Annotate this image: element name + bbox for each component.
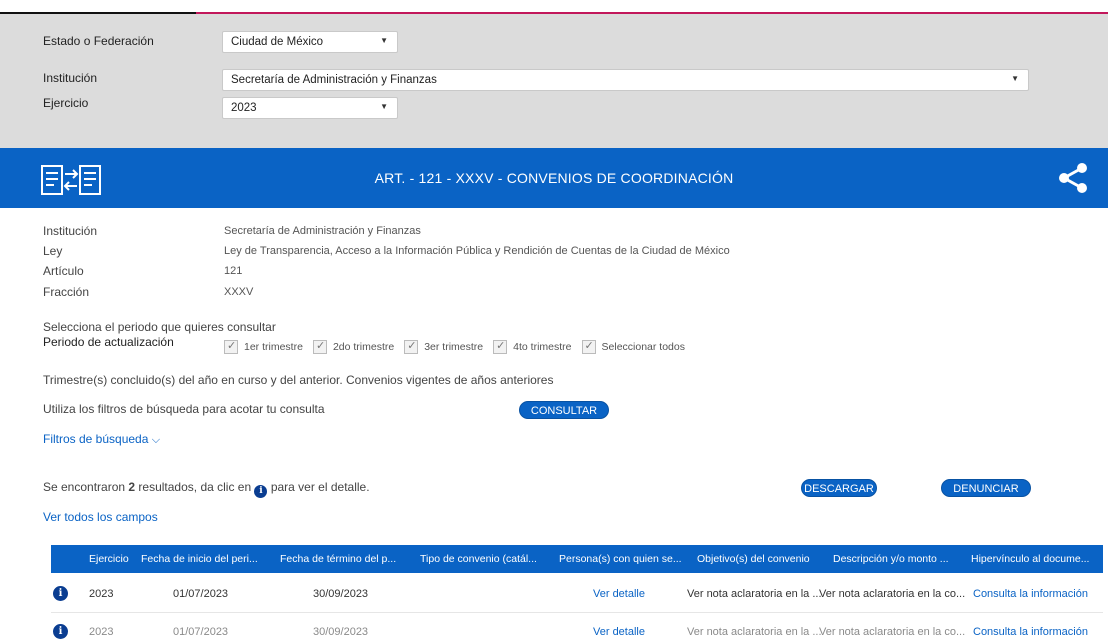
info-ley-value: Ley de Transparencia, Acceso a la Inform…	[224, 245, 730, 257]
chevron-down-icon: ▼	[380, 102, 388, 111]
results-middle: resultados, da clic en	[135, 480, 255, 494]
institucion-select-value: Secretaría de Administración y Finanzas	[231, 74, 437, 86]
ejercicio-select-value: 2023	[231, 102, 257, 114]
period-checkbox-1[interactable]	[224, 339, 238, 354]
share-icon[interactable]	[1057, 162, 1089, 194]
info-ley-label: Ley	[43, 244, 63, 258]
info-icon: i	[254, 485, 268, 498]
period-checkbox-2[interactable]	[312, 339, 327, 354]
period-option-label: 2do trimestre	[332, 341, 395, 353]
results-summary: Se encontraron 2 resultados, da clic en …	[43, 480, 370, 498]
period-checkbox-3[interactable]	[404, 339, 419, 354]
consulta-informacion-link[interactable]: Consulta la información	[973, 588, 1088, 600]
info-fraccion-value: XXXV	[224, 286, 254, 298]
cell-objetivo: Ver nota aclaratoria en la ...	[687, 588, 822, 600]
results-table-header: Ejercicio Fecha de inicio del peri... Fe…	[51, 545, 1103, 573]
info-institucion-label: Institución	[43, 224, 98, 238]
info-icon[interactable]: i	[53, 624, 68, 639]
table-row: i 2023 01/07/2023 30/09/2023 Ver detalle…	[51, 575, 1103, 613]
cell-ejercicio: 2023	[89, 626, 114, 638]
col-hipervinculo[interactable]: Hipervínculo al docume...	[971, 553, 1089, 565]
institucion-select[interactable]: Secretaría de Administración y Finanzas …	[222, 69, 1029, 91]
estado-label: Estado o Federación	[43, 34, 154, 48]
search-hint: Utiliza los filtros de búsqueda para aco…	[43, 402, 325, 416]
period-checkbox-all[interactable]	[581, 339, 596, 354]
cell-fecha-inicio: 01/07/2023	[173, 626, 229, 638]
banner-title: ART. - 121 - XXXV - CONVENIOS DE COORDIN…	[374, 170, 734, 186]
ejercicio-label: Ejercicio	[43, 96, 89, 110]
chevron-down-icon: ▼	[1011, 74, 1019, 83]
results-prefix: Se encontraron	[43, 480, 129, 494]
info-fraccion-label: Fracción	[43, 285, 90, 299]
period-option-label: 1er trimestre	[244, 341, 303, 353]
col-descripcion[interactable]: Descripción y/o monto ...	[833, 553, 949, 565]
period-options: 1er trimestre 2do trimestre 3er trimestr…	[224, 339, 695, 354]
period-label: Periodo de actualización	[43, 335, 174, 349]
chevron-down-icon: ⌵	[151, 434, 161, 446]
filter-panel: Estado o Federación Ciudad de México ▼ I…	[0, 14, 1108, 148]
col-tipo-convenio[interactable]: Tipo de convenio (catál...	[420, 553, 537, 565]
results-suffix: para ver el detalle.	[267, 480, 370, 494]
estado-select-value: Ciudad de México	[231, 36, 324, 48]
cell-ejercicio: 2023	[89, 588, 114, 600]
denunciar-button[interactable]: DENUNCIAR	[941, 479, 1031, 497]
col-fecha-inicio[interactable]: Fecha de inicio del peri...	[141, 553, 258, 565]
period-checkbox-4[interactable]	[493, 339, 508, 354]
filtros-busqueda-label: Filtros de búsqueda	[43, 432, 149, 446]
period-option-label: 4to trimestre	[513, 341, 572, 353]
info-articulo-label: Artículo	[43, 264, 84, 278]
cell-fecha-inicio: 01/07/2023	[173, 588, 229, 600]
cell-fecha-termino: 30/09/2023	[313, 588, 369, 600]
consulta-informacion-link[interactable]: Consulta la información	[973, 626, 1088, 638]
institucion-label: Institución	[43, 71, 98, 85]
chevron-down-icon: ▼	[380, 36, 388, 45]
filtros-busqueda-toggle[interactable]: Filtros de búsqueda ⌵	[43, 432, 160, 447]
info-icon[interactable]: i	[53, 586, 68, 601]
ver-detalle-link[interactable]: Ver detalle	[593, 588, 645, 600]
cell-descripcion: Ver nota aclaratoria en la co...	[819, 626, 966, 638]
info-institucion-value: Secretaría de Administración y Finanzas	[224, 225, 421, 237]
ejercicio-select[interactable]: 2023 ▼	[222, 97, 398, 119]
cell-descripcion: Ver nota aclaratoria en la co...	[819, 588, 966, 600]
col-persona[interactable]: Persona(s) con quien se...	[559, 553, 682, 565]
period-option-label: Seleccionar todos	[601, 341, 685, 353]
period-prompt: Selecciona el periodo que quieres consul…	[43, 320, 276, 334]
ver-detalle-link[interactable]: Ver detalle	[593, 626, 645, 638]
descargar-button[interactable]: DESCARGAR	[801, 479, 877, 497]
cell-fecha-termino: 30/09/2023	[313, 626, 369, 638]
col-ejercicio[interactable]: Ejercicio	[89, 553, 129, 565]
cell-objetivo: Ver nota aclaratoria en la ...	[687, 626, 822, 638]
consultar-button[interactable]: CONSULTAR	[519, 401, 609, 419]
info-articulo-value: 121	[224, 265, 243, 277]
col-fecha-termino[interactable]: Fecha de término del p...	[280, 553, 396, 565]
period-note: Trimestre(s) concluido(s) del año en cur…	[43, 373, 554, 387]
ver-todos-campos-link[interactable]: Ver todos los campos	[43, 510, 158, 524]
estado-select[interactable]: Ciudad de México ▼	[222, 31, 398, 53]
top-accent-bar	[0, 0, 1108, 14]
col-objetivo[interactable]: Objetivo(s) del convenio	[697, 553, 810, 565]
table-row: i 2023 01/07/2023 30/09/2023 Ver detalle…	[51, 613, 1103, 643]
article-banner: ART. - 121 - XXXV - CONVENIOS DE COORDIN…	[0, 148, 1108, 208]
period-option-label: 3er trimestre	[424, 341, 484, 353]
